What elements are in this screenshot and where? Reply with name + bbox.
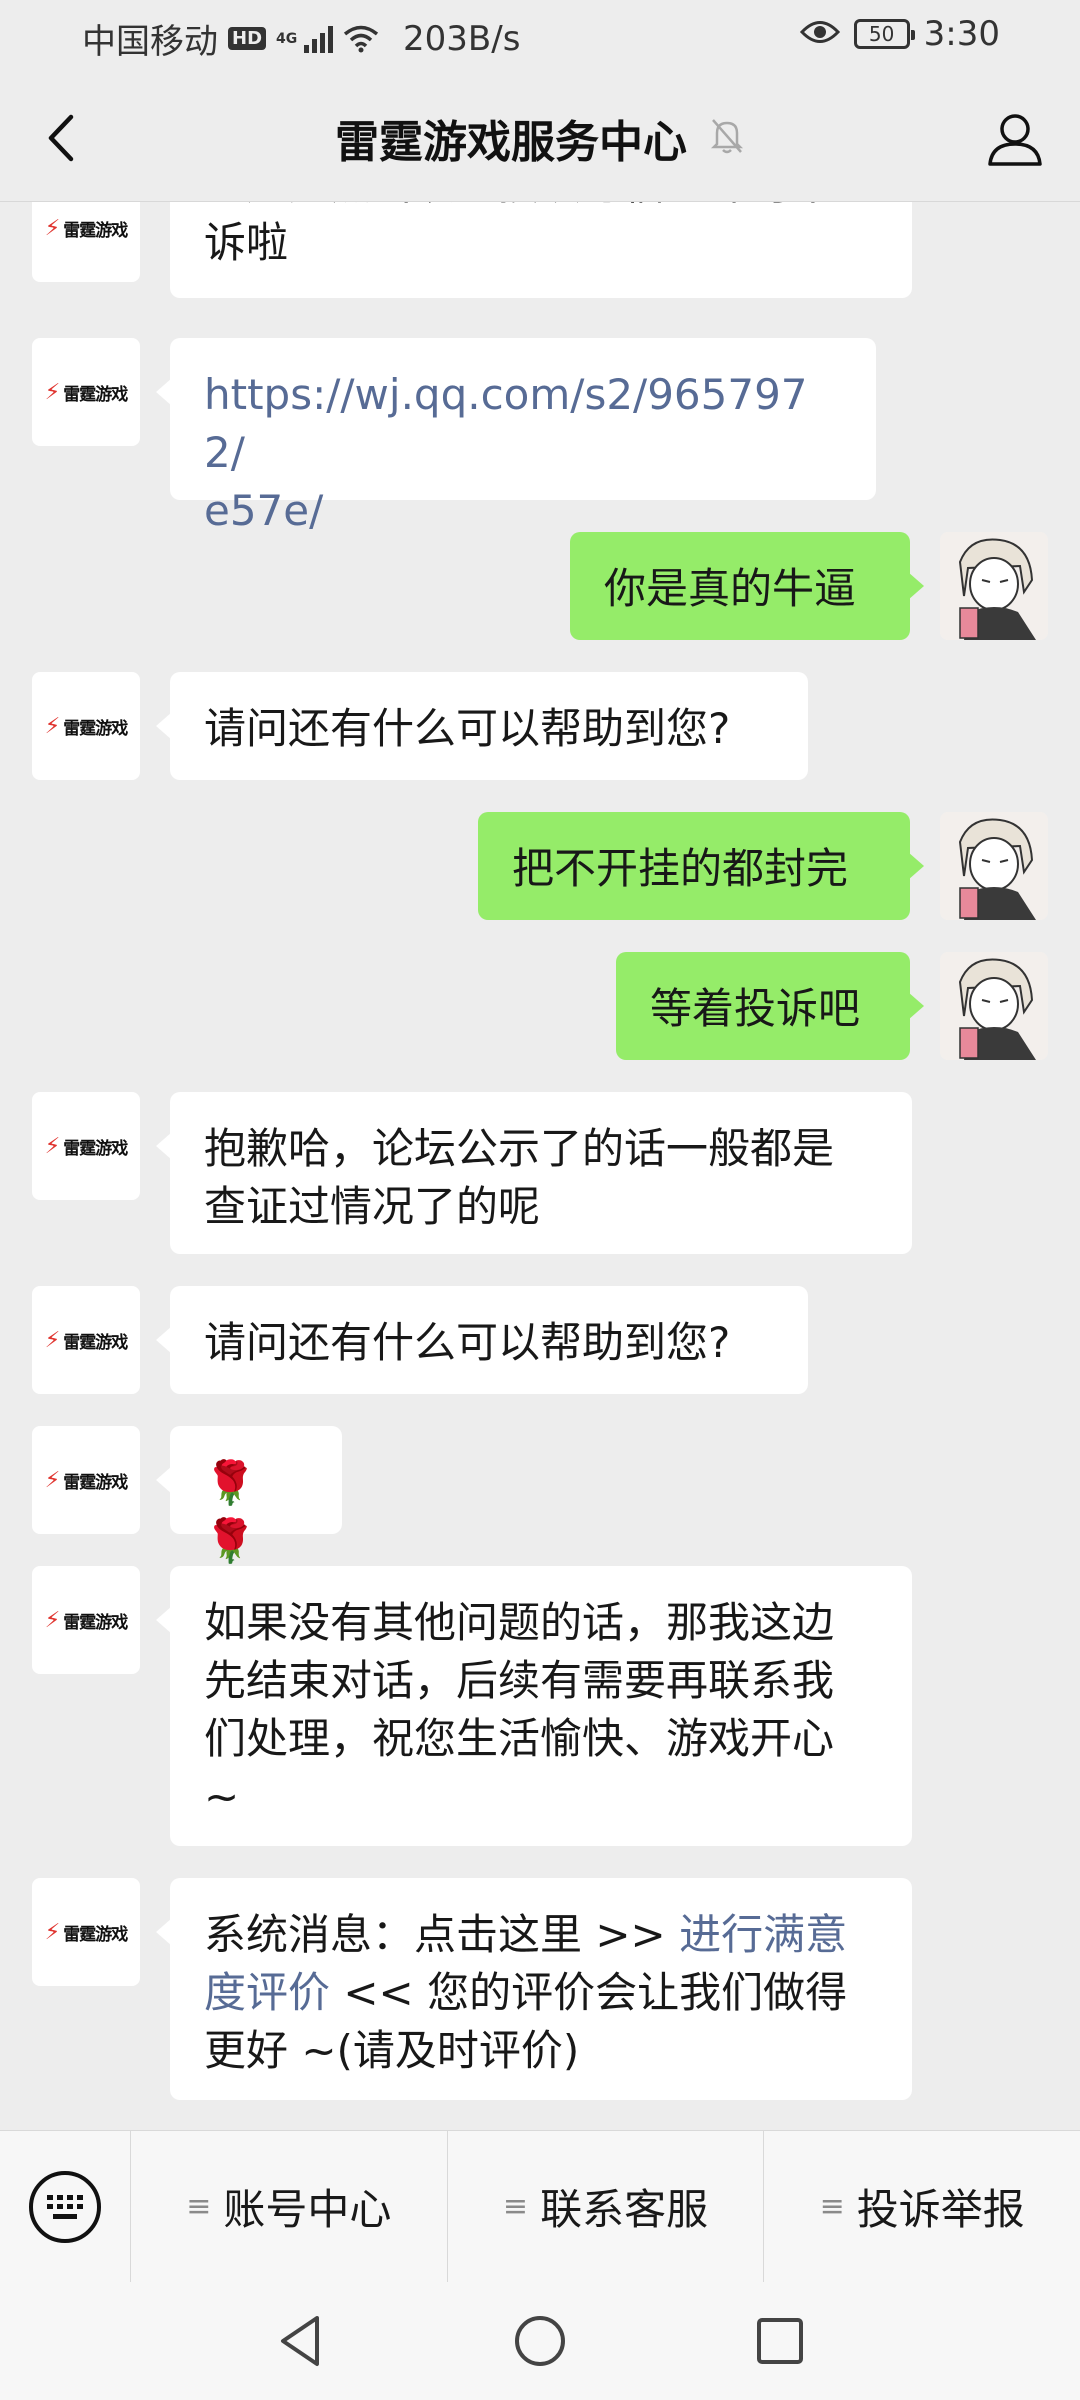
- bell-muted-icon: [709, 116, 745, 160]
- agent-avatar[interactable]: ⚡ 雷霆游戏: [32, 672, 140, 780]
- bolt-icon: ⚡: [44, 1467, 61, 1493]
- message-text: 查证过情况了的呢: [204, 1182, 541, 1231]
- bolt-icon: ⚡: [44, 713, 61, 739]
- message-text: 请问还有什么可以帮助到您?: [204, 704, 731, 753]
- message-bubble[interactable]: 请问还有什么可以帮助到您?: [156, 672, 808, 780]
- message-text: 把不开挂的都封完: [512, 844, 849, 893]
- rating-link[interactable]: 进行满意: [679, 1910, 847, 1959]
- chat-title: 雷霆游戏服务中心: [335, 117, 687, 168]
- agent-avatar[interactable]: ⚡ 雷霆游戏: [32, 1878, 140, 1986]
- service-menu-bar: ≡ 账号中心 ≡ 联系客服 ≡ 投诉举报: [0, 2130, 1080, 2283]
- user-avatar[interactable]: [940, 812, 1048, 920]
- network-speed: 203B/s: [403, 18, 521, 59]
- battery-level: 50: [868, 22, 895, 46]
- agent-avatar[interactable]: ⚡ 雷霆游戏: [32, 202, 140, 282]
- message-text: 们处理，祝您生活愉快、游戏开心: [204, 1714, 835, 1763]
- user-avatar[interactable]: [940, 952, 1048, 1060]
- menu-list-icon: ≡: [502, 2189, 529, 2224]
- message-text: 先结束对话，后续有需要再联系我: [204, 1656, 835, 1705]
- network-type: 4G: [276, 30, 298, 47]
- chat-header: 雷霆游戏服务中心: [0, 76, 1080, 202]
- brand-logo-text: 雷霆游戏: [63, 1138, 128, 1159]
- battery-icon: 50: [853, 19, 915, 49]
- menu-complaint-report[interactable]: ≡ 投诉举报: [763, 2130, 1080, 2283]
- menu-label: 联系客服: [540, 2185, 709, 2234]
- bolt-icon: ⚡: [44, 1133, 61, 1159]
- message-bubble[interactable]: 系统消息：点击这里 >> 进行满意 度评价 << 您的评价会让我们做得 更好 ~…: [156, 1878, 912, 2100]
- eye-icon: [799, 14, 840, 54]
- message-bubble[interactable]: 请问还有什么可以帮助到您?: [156, 1286, 808, 1394]
- profile-button[interactable]: [980, 104, 1050, 174]
- message-bubble[interactable]: 🌹🌹: [156, 1426, 342, 1565]
- person-icon: [988, 114, 1042, 166]
- menu-label: 投诉举报: [856, 2185, 1025, 2234]
- agent-avatar[interactable]: ⚡ 雷霆游戏: [32, 1426, 140, 1534]
- message-text: ~: [204, 1772, 240, 1821]
- message-bubble[interactable]: 如果没有其他问题的话，那我这边 先结束对话，后续有需要再联系我 们处理，祝您生活…: [156, 1566, 912, 1846]
- triangle-back-icon: [281, 2316, 319, 2366]
- agent-avatar[interactable]: ⚡ 雷霆游戏: [32, 1286, 140, 1394]
- brand-logo-text: 雷霆游戏: [63, 1924, 128, 1945]
- brand-logo-text: 雷霆游戏: [63, 1332, 128, 1353]
- message-bubble[interactable]: 等着投诉吧: [616, 952, 924, 1060]
- message-text: 您还是点击该链接填写信息即可申: [204, 202, 878, 214]
- message-bubble[interactable]: https://wj.qq.com/s2/9657972/ e57e/: [156, 338, 876, 535]
- agent-avatar[interactable]: ⚡ 雷霆游戏: [32, 1092, 140, 1200]
- message-text: 诉啦: [204, 218, 289, 267]
- clock: 3:30: [923, 14, 1000, 54]
- brand-logo-text: 雷霆游戏: [63, 1472, 128, 1493]
- nav-home-button[interactable]: [510, 2311, 570, 2371]
- message-bubble[interactable]: 抱歉哈，论坛公示了的话一般都是 查证过情况了的呢: [156, 1092, 912, 1254]
- message-text: 等着投诉吧: [650, 984, 861, 1033]
- message-text: 你是真的牛逼: [604, 564, 857, 613]
- square-recents-icon: [757, 2318, 803, 2364]
- menu-account-center[interactable]: ≡ 账号中心: [130, 2130, 447, 2283]
- rating-link[interactable]: 度评价: [204, 1968, 330, 2017]
- bolt-icon: ⚡: [44, 215, 61, 241]
- brand-logo-text: 雷霆游戏: [63, 1612, 128, 1633]
- hd-badge: HD: [228, 27, 267, 50]
- message-link[interactable]: https://wj.qq.com/s2/9657972/: [204, 366, 842, 482]
- bolt-icon: ⚡: [44, 1327, 61, 1353]
- message-text: 系统消息：点击这里 >>: [204, 1910, 680, 1959]
- agent-avatar[interactable]: ⚡ 雷霆游戏: [32, 1566, 140, 1674]
- agent-avatar[interactable]: ⚡ 雷霆游戏: [32, 338, 140, 446]
- message-bubble[interactable]: 把不开挂的都封完: [478, 812, 924, 920]
- status-bar: 中国移动 HD 4G 203B/s 50 3:30: [0, 0, 1080, 76]
- bolt-icon: ⚡: [44, 1607, 61, 1633]
- nav-back-button[interactable]: [270, 2311, 330, 2371]
- carrier-name: 中国移动: [82, 22, 218, 62]
- brand-logo-text: 雷霆游戏: [63, 220, 128, 241]
- message-text: 抱歉哈，论坛公示了的话一般都是: [204, 1124, 835, 1173]
- brand-logo-text: 雷霆游戏: [63, 718, 128, 739]
- message-bubble[interactable]: 您还是点击该链接填写信息即可申 诉啦: [170, 202, 912, 298]
- signal-icon: [304, 25, 334, 53]
- system-nav-bar: [0, 2282, 1080, 2400]
- menu-list-icon: ≡: [819, 2189, 845, 2224]
- circle-home-icon: [515, 2316, 565, 2366]
- keyboard-icon: [29, 2170, 101, 2243]
- bolt-icon: ⚡: [44, 379, 61, 405]
- chat-area[interactable]: ⚡雷霆游戏 您还是点击该链接填写信息即可申 诉啦 ⚡雷霆游戏 https://w…: [0, 202, 1080, 2130]
- message-bubble[interactable]: 你是真的牛逼: [570, 532, 924, 640]
- menu-contact-support[interactable]: ≡ 联系客服: [446, 2130, 764, 2283]
- nav-recents-button[interactable]: [750, 2311, 810, 2371]
- message-text: << 您的评价会让我们做得: [330, 1968, 848, 2017]
- bolt-icon: ⚡: [44, 1919, 61, 1945]
- keyboard-toggle-button[interactable]: [0, 2131, 130, 2283]
- message-text: 如果没有其他问题的话，那我这边: [204, 1598, 835, 1647]
- user-avatar[interactable]: [940, 532, 1048, 640]
- menu-list-icon: ≡: [186, 2189, 212, 2224]
- message-text: 更好 ~(请及时评价): [204, 2026, 580, 2075]
- rose-emoji: 🌹🌹: [204, 1458, 257, 1565]
- wifi-icon: [343, 25, 379, 53]
- brand-logo-text: 雷霆游戏: [63, 384, 128, 405]
- menu-label: 账号中心: [223, 2185, 392, 2234]
- message-text: 请问还有什么可以帮助到您?: [204, 1318, 731, 1367]
